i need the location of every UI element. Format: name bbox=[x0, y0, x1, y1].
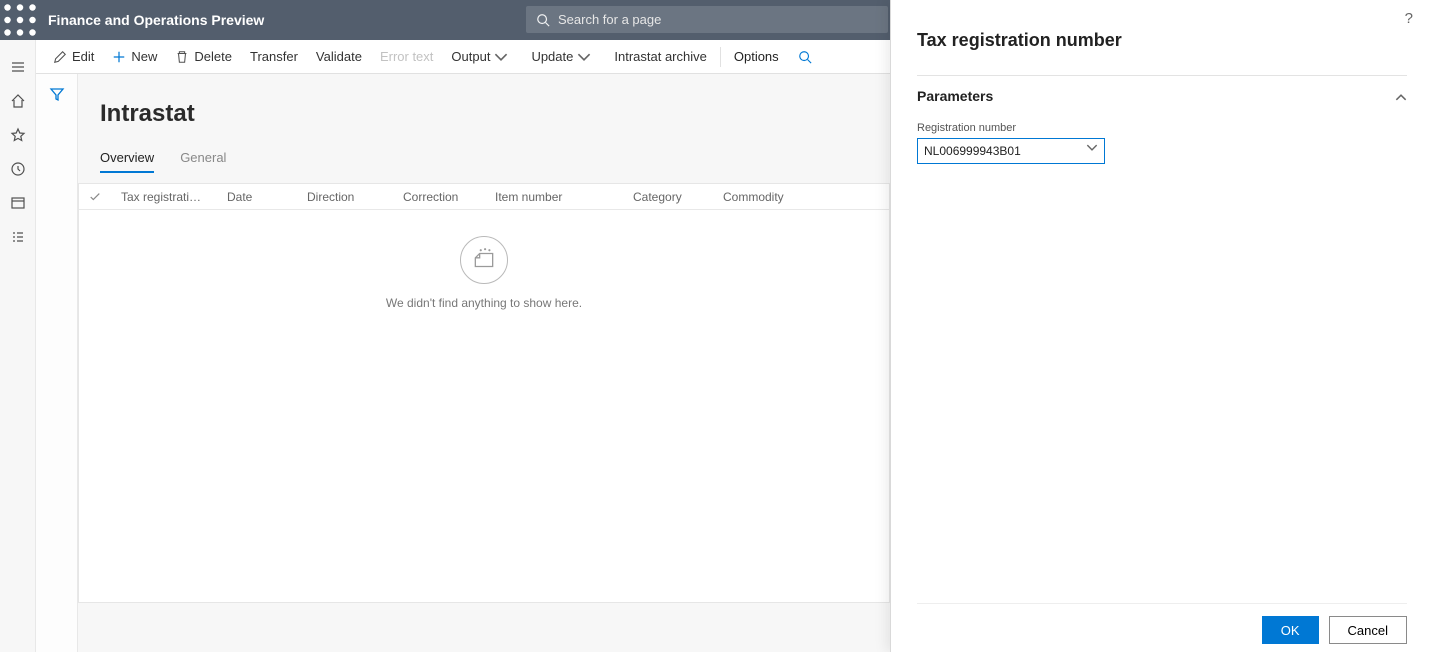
search-icon bbox=[798, 50, 812, 64]
global-search[interactable] bbox=[526, 6, 888, 33]
select-all-checkbox[interactable] bbox=[79, 191, 111, 203]
registration-number-field: Registration number NL006999943B01 bbox=[917, 122, 1105, 164]
chevron-down-icon bbox=[494, 50, 508, 64]
column-header[interactable]: Category bbox=[623, 190, 713, 204]
action-bar: Edit New Delete Transfer Validate Error … bbox=[0, 40, 890, 74]
nav-favorites-icon[interactable] bbox=[0, 118, 36, 152]
left-navigation-rail bbox=[0, 40, 36, 652]
dialog-buttons: OK Cancel bbox=[917, 603, 1407, 652]
field-label: Registration number bbox=[917, 122, 1105, 134]
output-button[interactable]: Output bbox=[442, 40, 522, 74]
tab-general[interactable]: General bbox=[180, 146, 226, 173]
plus-icon bbox=[112, 50, 126, 64]
error-text-button: Error text bbox=[371, 40, 442, 74]
app-title: Finance and Operations Preview bbox=[48, 12, 264, 28]
column-header[interactable]: Tax registration num... bbox=[111, 190, 217, 204]
separator bbox=[720, 47, 721, 67]
dialog-title: Tax registration number bbox=[917, 30, 1407, 51]
filter-icon[interactable] bbox=[49, 86, 65, 652]
pencil-icon bbox=[53, 50, 67, 64]
nav-expand-button[interactable] bbox=[0, 50, 36, 84]
column-header[interactable]: Correction bbox=[393, 190, 485, 204]
tabs: Overview General bbox=[100, 146, 890, 173]
app-launcher-icon[interactable] bbox=[0, 0, 40, 40]
delete-button[interactable]: Delete bbox=[166, 40, 241, 74]
nav-workspaces-icon[interactable] bbox=[0, 186, 36, 220]
grid-header: Tax registration num... Date Direction C… bbox=[79, 184, 889, 210]
filter-rail bbox=[36, 74, 78, 652]
tab-overview[interactable]: Overview bbox=[100, 146, 154, 173]
transfer-button[interactable]: Transfer bbox=[241, 40, 307, 74]
field-value: NL006999943B01 bbox=[924, 144, 1021, 158]
column-header[interactable]: Direction bbox=[297, 190, 393, 204]
dialog-panel: ? Tax registration number Parameters Reg… bbox=[890, 0, 1431, 652]
nav-home-icon[interactable] bbox=[0, 84, 36, 118]
data-grid: Tax registration num... Date Direction C… bbox=[78, 183, 890, 603]
chevron-down-icon bbox=[577, 50, 591, 64]
page-title: Intrastat bbox=[100, 100, 890, 128]
edit-button[interactable]: Edit bbox=[44, 40, 103, 74]
global-search-input[interactable] bbox=[558, 12, 878, 27]
update-button[interactable]: Update bbox=[522, 40, 605, 74]
main-content: Intrastat Overview General Tax registrat… bbox=[78, 74, 890, 652]
grid-empty-state: We didn't find anything to show here. bbox=[79, 210, 889, 310]
nav-modules-icon[interactable] bbox=[0, 220, 36, 254]
intrastat-archive-button[interactable]: Intrastat archive bbox=[605, 40, 716, 74]
options-button[interactable]: Options bbox=[725, 40, 788, 74]
empty-state-message: We didn't find anything to show here. bbox=[386, 296, 582, 310]
registration-number-input[interactable]: NL006999943B01 bbox=[917, 138, 1105, 164]
chevron-down-icon bbox=[1086, 144, 1098, 151]
section-title: Parameters bbox=[917, 88, 1407, 104]
help-icon[interactable]: ? bbox=[1405, 10, 1413, 27]
search-icon bbox=[536, 13, 550, 27]
nav-recent-icon[interactable] bbox=[0, 152, 36, 186]
cancel-button[interactable]: Cancel bbox=[1329, 616, 1407, 644]
section-collapse-icon[interactable] bbox=[1395, 88, 1407, 106]
column-header[interactable]: Item number bbox=[485, 190, 623, 204]
empty-state-icon bbox=[460, 236, 508, 284]
validate-button[interactable]: Validate bbox=[307, 40, 371, 74]
parameters-section: Parameters Registration number NL0069999… bbox=[917, 75, 1407, 164]
trash-icon bbox=[175, 50, 189, 64]
new-button[interactable]: New bbox=[103, 40, 166, 74]
column-header[interactable]: Date bbox=[217, 190, 297, 204]
column-header[interactable]: Commodity bbox=[713, 190, 813, 204]
page-search-button[interactable] bbox=[788, 40, 827, 74]
ok-button[interactable]: OK bbox=[1262, 616, 1319, 644]
